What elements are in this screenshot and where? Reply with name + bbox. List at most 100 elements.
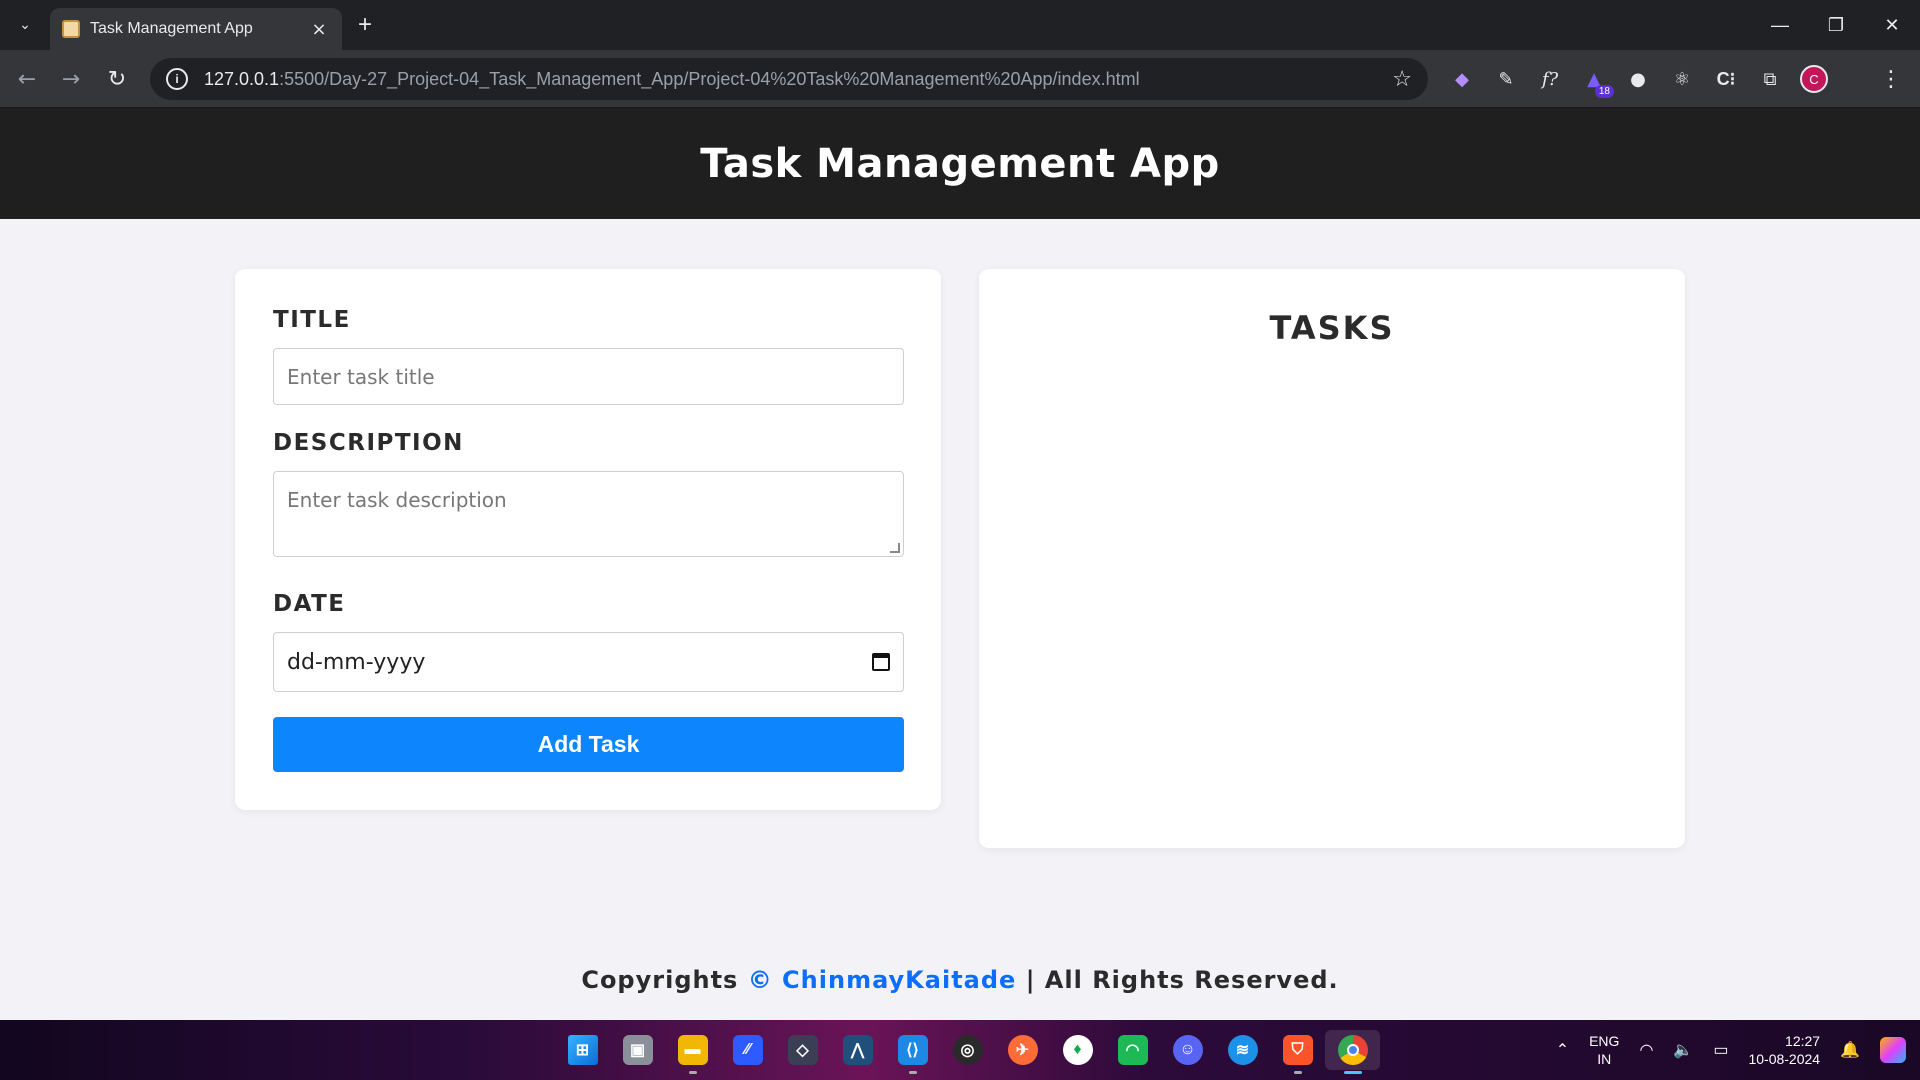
taskbar-app-4[interactable]: ◠ (1105, 1030, 1160, 1070)
taskbar-app-3[interactable]: ⋀ (830, 1030, 885, 1070)
running-indicator (688, 1071, 697, 1074)
app-blue-icon: ⁄⁄ (732, 1035, 763, 1065)
windows-taskbar: ⊞ ▣ ▬ ⁄⁄ ◇ ⋀ ⟨⟩ ◎ ✈ ♦ ◠ ☺ ≋ ⛉ ⌃ ENG IN ◠… (0, 1020, 1920, 1080)
title-placeholder: Enter task title (287, 364, 435, 389)
site-info-icon[interactable]: i (166, 68, 188, 90)
extension-circle-icon[interactable]: ● (1616, 60, 1660, 98)
taskbar-apps: ⊞ ▣ ▬ ⁄⁄ ◇ ⋀ ⟨⟩ ◎ ✈ ♦ ◠ ☺ ≋ ⛉ (555, 1030, 1380, 1074)
extensions-puzzle-icon[interactable]: ⧉ (1748, 60, 1792, 98)
title-label: TITLE (273, 307, 351, 333)
tab-title: Task Management App (90, 20, 253, 37)
clock-date: 10-08-2024 (1748, 1051, 1821, 1067)
title-input[interactable]: Enter task title (273, 348, 904, 405)
running-indicator (1343, 1071, 1362, 1074)
resize-handle-icon[interactable] (890, 543, 900, 553)
discord-icon: ☺ (1172, 1035, 1203, 1065)
taskbar-app-2[interactable]: ◇ (775, 1030, 830, 1070)
tab-close-icon[interactable]: × (308, 19, 330, 40)
minimize-icon[interactable]: — (1752, 0, 1808, 50)
extension-hat-icon[interactable]: ▲ 18 (1572, 60, 1616, 98)
description-label: DESCRIPTION (273, 430, 464, 456)
wifi-icon[interactable]: ◠ (1629, 1040, 1663, 1060)
description-placeholder: Enter task description (287, 488, 507, 512)
new-tab-plus-icon[interactable]: + (352, 11, 378, 38)
tab-search-chevron-icon[interactable]: ⌄ (12, 12, 38, 38)
taskbar-app-1[interactable]: ⁄⁄ (720, 1030, 775, 1070)
notification-bell-icon[interactable]: 🔔 (1830, 1040, 1870, 1060)
extensions-row: ◆ ✎ f? ▲ 18 ● ⚛ C⁝ ⧉ C (1440, 60, 1836, 98)
running-indicator (1293, 1071, 1302, 1074)
clock[interactable]: 12:27 10-08-2024 (1738, 1032, 1830, 1068)
close-window-icon[interactable]: ✕ (1864, 0, 1920, 50)
copilot-icon[interactable] (1870, 1037, 1920, 1063)
app-header: Task Management App (0, 108, 1920, 219)
browser-toolbar: ← → ↻ i 127.0.0.1:5500/Day-27_Project-04… (0, 50, 1920, 108)
running-indicator (908, 1071, 917, 1074)
url-path: :5500/Day-27_Project-04_Task_Management_… (279, 68, 1140, 89)
browser-menu-icon[interactable]: ⋮ (1876, 64, 1906, 94)
volume-icon[interactable]: 🔈 (1663, 1040, 1703, 1060)
app-diamond-icon: ◇ (787, 1035, 818, 1065)
tab-favicon-icon (62, 20, 80, 38)
chrome-icon (1337, 1035, 1368, 1065)
restore-icon[interactable]: ❐ (1808, 0, 1864, 50)
docker-icon: ≋ (1227, 1035, 1258, 1065)
tray-overflow-chevron-icon[interactable]: ⌃ (1546, 1040, 1579, 1060)
browser-tab-bar: ⌄ Task Management App × + — ❐ ✕ (0, 0, 1920, 50)
reload-icon[interactable]: ↻ (102, 64, 132, 94)
date-label: DATE (273, 591, 346, 617)
chrome-center-icon (1346, 1044, 1359, 1056)
postman-icon: ✈ (1007, 1035, 1038, 1065)
footer-suffix: | All Rights Reserved. (1025, 966, 1339, 994)
profile-avatar[interactable]: C (1792, 60, 1836, 98)
footer-prefix: Copyrights (581, 966, 739, 994)
copilot-logo (1880, 1037, 1906, 1063)
language-code: ENG (1589, 1033, 1620, 1049)
clock-time: 12:27 (1785, 1033, 1821, 1049)
bookmark-star-icon[interactable]: ☆ (1392, 67, 1412, 92)
taskbar-task-view[interactable]: ▣ (610, 1030, 665, 1070)
footer-brand-link[interactable]: © ChinmayKaitade (748, 966, 1017, 994)
battery-icon[interactable]: ▭ (1703, 1040, 1738, 1060)
font-detector-icon[interactable]: f? (1528, 60, 1572, 98)
forward-arrow-icon[interactable]: → (56, 64, 86, 94)
taskbar-brave[interactable]: ⛉ (1270, 1030, 1325, 1074)
tasks-card: TASKS (979, 269, 1685, 848)
tasks-heading: TASKS (1269, 309, 1395, 347)
description-textarea[interactable]: Enter task description (273, 471, 904, 557)
color-picker-icon[interactable]: ✎ (1484, 60, 1528, 98)
file-explorer-icon: ▬ (677, 1035, 708, 1065)
url-host: 127.0.0.1 (204, 68, 280, 89)
browser-tab-active[interactable]: Task Management App × (50, 8, 342, 50)
add-task-button[interactable]: Add Task (273, 717, 904, 772)
brave-icon: ⛉ (1282, 1035, 1313, 1065)
taskbar-chrome[interactable] (1325, 1030, 1380, 1074)
taskbar-docker[interactable]: ≋ (1215, 1030, 1270, 1070)
window-controls: — ❐ ✕ (1752, 0, 1920, 50)
date-input[interactable]: dd-mm-yyyy (273, 632, 904, 692)
language-indicator[interactable]: ENG IN (1579, 1032, 1629, 1068)
back-arrow-icon[interactable]: ← (12, 64, 42, 94)
app-green-icon: ◠ (1117, 1035, 1148, 1065)
extension-c-icon[interactable]: C⁝ (1704, 60, 1748, 98)
page-title: Task Management App (700, 140, 1220, 187)
app-mountain-icon: ⋀ (842, 1035, 873, 1065)
react-devtools-icon[interactable]: ⚛ (1660, 60, 1704, 98)
taskbar-obs[interactable]: ◎ (940, 1030, 995, 1070)
taskbar-file-explorer[interactable]: ▬ (665, 1030, 720, 1074)
date-value: dd-mm-yyyy (287, 649, 426, 675)
taskbar-vscode[interactable]: ⟨⟩ (885, 1030, 940, 1074)
taskbar-mongodb[interactable]: ♦ (1050, 1030, 1105, 1070)
task-form-card: TITLE Enter task title DESCRIPTION Enter… (235, 269, 941, 810)
address-bar[interactable]: i 127.0.0.1:5500/Day-27_Project-04_Task_… (150, 58, 1428, 100)
start-button[interactable]: ⊞ (555, 1030, 610, 1070)
calendar-icon[interactable] (872, 653, 890, 671)
system-tray: ⌃ ENG IN ◠ 🔈 ▭ 12:27 10-08-2024 🔔 (1546, 1020, 1920, 1080)
extension-badge: 18 (1594, 85, 1614, 98)
url-text[interactable]: 127.0.0.1:5500/Day-27_Project-04_Task_Ma… (204, 69, 1392, 90)
task-view-icon: ▣ (622, 1035, 653, 1065)
extension-purple-icon[interactable]: ◆ (1440, 60, 1484, 98)
taskbar-postman[interactable]: ✈ (995, 1030, 1050, 1070)
obs-icon: ◎ (952, 1035, 983, 1065)
taskbar-discord[interactable]: ☺ (1160, 1030, 1215, 1070)
